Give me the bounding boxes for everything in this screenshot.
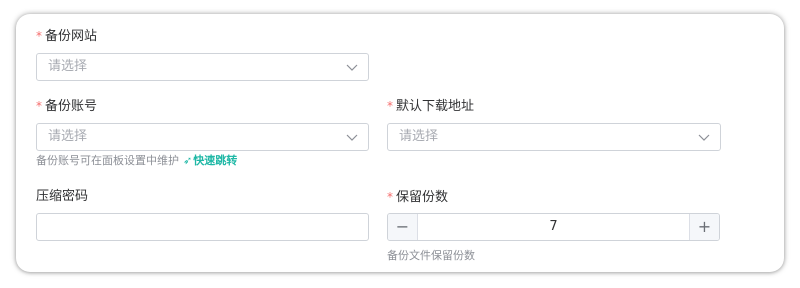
retain-count-value[interactable]: 7: [418, 214, 689, 240]
backup-account-select[interactable]: 请选择: [36, 123, 369, 151]
retain-count-hint: 备份文件保留份数: [387, 249, 475, 262]
chevron-down-icon: [346, 64, 358, 71]
download-address-label: * 默认下载地址: [387, 97, 474, 115]
backup-account-hint-text: 备份账号可在面板设置中维护: [36, 154, 179, 167]
backup-settings-form: * 备份网站 请选择 * 备份账号 请选择 备份账号可在面板设置中维护 ➶快速跳转 *…: [16, 14, 784, 272]
compress-password-field: 压缩密码: [36, 188, 88, 206]
required-mark: *: [387, 99, 393, 113]
chevron-down-icon: [346, 134, 358, 141]
backup-site-field: * 备份网站: [36, 27, 97, 45]
increase-button[interactable]: +: [689, 214, 719, 240]
backup-account-field: * 备份账号: [36, 97, 97, 115]
quick-jump-link[interactable]: 快速跳转: [193, 154, 237, 167]
required-mark: *: [387, 190, 393, 204]
download-address-field: * 默认下载地址: [387, 97, 474, 115]
required-mark: *: [36, 29, 42, 43]
backup-account-placeholder: 请选择: [48, 129, 88, 144]
backup-account-hint: 备份账号可在面板设置中维护 ➶快速跳转: [36, 154, 237, 168]
backup-site-label-text: 备份网站: [45, 29, 98, 44]
decrease-button[interactable]: −: [388, 214, 418, 240]
compress-password-input[interactable]: [36, 213, 369, 241]
retain-count-label: * 保留份数: [387, 188, 448, 206]
backup-site-placeholder: 请选择: [48, 59, 88, 74]
retain-count-label-text: 保留份数: [396, 190, 449, 205]
backup-site-label: * 备份网站: [36, 27, 97, 45]
retain-count-stepper[interactable]: − 7 +: [387, 213, 720, 241]
retain-count-field: * 保留份数: [387, 188, 448, 206]
compress-password-label: 压缩密码: [36, 189, 89, 204]
send-icon: ➶: [183, 154, 193, 167]
download-address-label-text: 默认下载地址: [396, 99, 475, 114]
chevron-down-icon: [698, 134, 710, 141]
backup-site-select[interactable]: 请选择: [36, 53, 369, 81]
download-address-placeholder: 请选择: [399, 129, 439, 144]
download-address-select[interactable]: 请选择: [387, 123, 721, 151]
required-mark: *: [36, 99, 42, 113]
backup-account-label-text: 备份账号: [45, 99, 98, 114]
backup-account-label: * 备份账号: [36, 97, 97, 115]
